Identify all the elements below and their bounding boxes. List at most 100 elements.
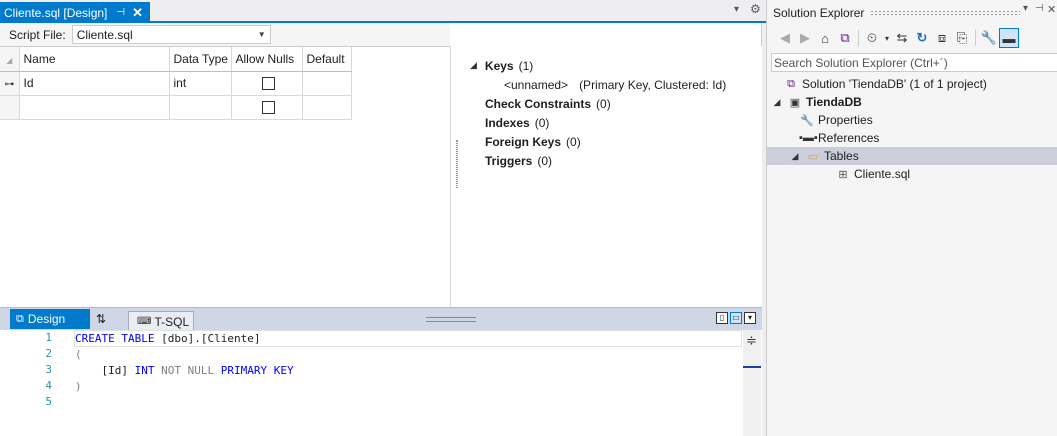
cell-allow-nulls[interactable] [231,71,303,96]
pane-layout-buttons: ▯ ▭ ▾ [716,312,756,324]
show-all-files-icon[interactable]: ⎘ [952,28,972,48]
auto-hide-pin-icon[interactable]: ⊣ [1035,3,1044,14]
solution-tree: ⧉ Solution 'TiendaDB' (1 of 1 project) ◢… [767,75,1057,183]
tsql-editor[interactable]: 1 2 3 4 5 CREATE TABLE [dbo].[Cliente] (… [0,330,762,436]
table-row[interactable]: ⊶ Id int [0,71,352,96]
split-editor-icon[interactable]: ≑ [746,333,757,349]
cell-default[interactable] [302,95,352,120]
window-position-icon[interactable]: ▾ [1023,3,1028,14]
tree-node-references[interactable]: ▪▬▪ References [767,129,1057,147]
tab-tsql[interactable]: ⌨ T-SQL [128,311,194,331]
tree-node-solution[interactable]: ⧉ Solution 'TiendaDB' (1 of 1 project) [767,75,1057,93]
key-item[interactable]: <unnamed> (Primary Key, Clustered: Id) [470,75,762,94]
switch-views-icon[interactable]: ⧉ [835,28,855,48]
toolbar-separator [858,30,859,46]
col-header-data-type[interactable]: Data Type [169,47,232,72]
editor-vertical-scrollbar[interactable]: ≑ [743,330,761,436]
solution-explorer-search[interactable]: Search Solution Explorer (Ctrl+´) [771,53,1057,72]
cell-allow-nulls[interactable] [231,95,303,120]
keys-count: (1) [518,58,534,73]
tab-design-label: Design [27,312,66,326]
tsql-script-icon: ⌨ [137,316,152,327]
project-label: TiendaDB [806,95,862,109]
col-header-default[interactable]: Default [302,47,352,72]
triggers-label: Triggers [485,153,533,168]
cell-name[interactable] [19,95,170,120]
references-label: References [818,131,880,145]
tree-node-project[interactable]: ◢ ▣ TiendaDB [767,93,1057,111]
doc-tab-cliente-design[interactable]: Cliente.sql [Design] ⊣ ✕ [0,2,150,23]
collapse-triangle-icon[interactable]: ◢ [470,60,477,71]
home-icon[interactable]: ⌂ [815,28,835,48]
primary-key-icon: ⊶ [4,79,15,90]
line-number: 3 [45,363,52,376]
code-line-3: [Id] INT NOT NULL PRIMARY KEY [101,364,294,377]
title-grip[interactable] [870,10,1020,15]
script-file-label: Script File: [9,27,66,42]
table-row[interactable] [0,95,352,120]
check-constraints-label: Check Constraints [485,96,592,111]
script-file-bar: Script File: Cliente.sql ▼ [0,23,450,46]
line-number-gutter: 1 2 3 4 5 [18,330,56,436]
cell-data-type[interactable]: int [169,71,232,96]
preview-selected-items-icon[interactable]: ▬ [999,28,1019,48]
triggers-count: (0) [537,153,553,168]
keys-label: Keys [484,58,514,73]
columns-grid: ◢ Name Data Type Allow Nulls Default ⊶ I… [0,46,450,331]
tab-dropdown-icon[interactable]: ▾ [734,4,739,15]
references-icon: ▪▬▪ [799,132,818,144]
key-detail: (Primary Key, Clustered: Id) [579,77,727,92]
split-vertical-icon[interactable]: ▯ [716,312,728,324]
tree-node-properties[interactable]: 🔧 Properties [767,111,1057,129]
table-file-icon: ⊞ [838,168,848,181]
indexes-label: Indexes [485,115,530,130]
collapse-triangle-icon[interactable]: ◢ [789,151,801,162]
pin-icon[interactable]: ⊣ [116,7,125,18]
row-header[interactable]: ⊶ [0,71,20,96]
refresh-icon[interactable]: ↻ [912,28,932,48]
tree-node-tables[interactable]: ◢ ▭ Tables [767,147,1057,165]
tab-tsql-label: T-SQL [154,314,190,329]
close-icon[interactable]: ✕ [132,5,143,21]
keys-node[interactable]: ◢ Keys (1) [470,56,762,75]
collapse-all-icon[interactable]: ⧈ [932,28,952,48]
back-icon[interactable]: ◀ [775,28,795,48]
pending-changes-filter-icon[interactable]: ⏲ [862,28,882,48]
swap-panes-icon[interactable]: ⇅ [96,312,106,326]
collapse-pane-icon[interactable]: ▾ [744,312,756,324]
indexes-count: (0) [534,115,550,130]
tree-node-cliente-sql[interactable]: ⊞ Cliente.sql [767,165,1057,183]
document-tabstrip: Cliente.sql [Design] ⊣ ✕ ▾ ⚙ [0,0,766,23]
indexes-node[interactable]: Indexes (0) [470,113,762,132]
close-icon[interactable]: ✕ [1047,3,1056,16]
gear-icon[interactable]: ⚙ [750,2,761,16]
allow-nulls-checkbox[interactable] [262,76,275,90]
tables-label: Tables [824,149,859,163]
allow-nulls-checkbox[interactable] [262,100,275,114]
split-horizontal-icon[interactable]: ▭ [730,312,742,324]
col-header-allow-nulls[interactable]: Allow Nulls [231,47,303,72]
splitter-grip[interactable] [456,140,458,188]
chevron-down-icon[interactable]: ▾ [882,28,892,48]
file-label: Cliente.sql [854,167,911,181]
code-text[interactable]: CREATE TABLE [dbo].[Cliente] ( [Id] INT … [75,330,294,408]
script-file-value: Cliente.sql [76,27,133,42]
triggers-node[interactable]: Triggers (0) [470,151,762,170]
solution-explorer-toolbar: ◀ ▶ ⌂ ⧉ ⏲ ▾ ⇆ ↻ ⧈ ⎘ 🔧 ▬ [775,27,1019,49]
cell-default[interactable] [302,71,352,96]
pane-resize-grip[interactable] [426,317,476,322]
wrench-icon[interactable]: 🔧 [979,28,999,48]
col-header-name[interactable]: Name [19,47,170,72]
tab-design[interactable]: ⧉ Design [10,309,90,329]
row-header[interactable] [0,95,20,120]
collapse-triangle-icon[interactable]: ◢ [771,97,783,108]
cell-data-type[interactable] [169,95,232,120]
line-number: 5 [45,395,52,408]
check-constraints-node[interactable]: Check Constraints (0) [470,94,762,113]
vertical-splitter[interactable] [450,46,451,331]
foreign-keys-node[interactable]: Foreign Keys (0) [470,132,762,151]
forward-icon[interactable]: ▶ [795,28,815,48]
sync-with-document-icon[interactable]: ⇆ [892,28,912,48]
script-file-combo[interactable]: Cliente.sql ▼ [71,25,271,44]
cell-name[interactable]: Id [19,71,170,96]
